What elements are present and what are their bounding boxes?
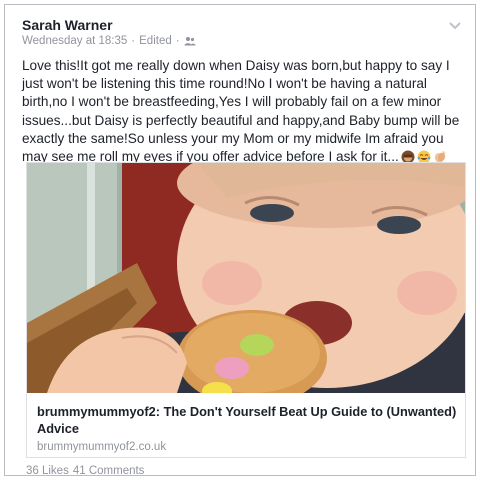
link-preview-card[interactable]: brummymummyof2: The Don't Yourself Beat … bbox=[26, 162, 466, 458]
friends-icon[interactable] bbox=[184, 36, 196, 46]
post-text: Love this!It got me really down when Dai… bbox=[22, 57, 470, 166]
link-preview-image[interactable] bbox=[27, 163, 465, 393]
post-footer: 36 Likes 41 Comments bbox=[26, 465, 466, 477]
link-domain: brummymummyof2.co.uk bbox=[37, 441, 167, 453]
link-title[interactable]: brummymummyof2: The Don't Yourself Beat … bbox=[37, 403, 457, 437]
chevron-down-icon[interactable] bbox=[448, 21, 462, 31]
post-meta: Wednesday at 18:35 · Edited · bbox=[22, 35, 196, 47]
likes-count[interactable]: 36 Likes bbox=[26, 465, 69, 477]
post-card: Sarah Warner Wednesday at 18:35 · Edited… bbox=[4, 4, 476, 477]
timestamp[interactable]: Wednesday at 18:35 bbox=[22, 35, 127, 47]
author-name[interactable]: Sarah Warner bbox=[22, 17, 113, 33]
meta-separator: · bbox=[131, 35, 136, 47]
meta-separator-2: · bbox=[175, 35, 180, 47]
comments-count[interactable]: 41 Comments bbox=[73, 465, 145, 477]
edited-label[interactable]: Edited bbox=[139, 35, 172, 47]
toddler-photo bbox=[27, 163, 465, 393]
link-preview-body: brummymummyof2: The Don't Yourself Beat … bbox=[37, 403, 457, 453]
post-body: Love this!It got me really down when Dai… bbox=[22, 58, 460, 165]
post-header: Sarah Warner Wednesday at 18:35 · Edited… bbox=[22, 15, 462, 55]
